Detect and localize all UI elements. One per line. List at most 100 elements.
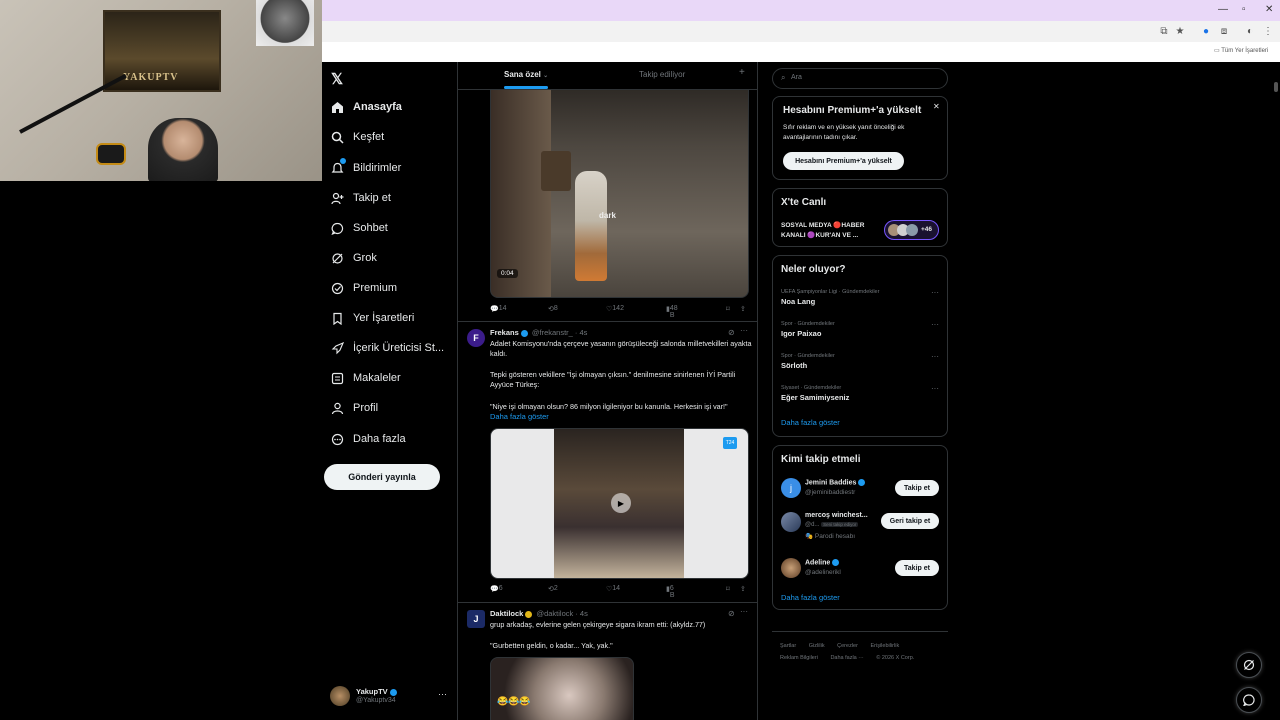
like-button[interactable]: ♡ 14 (606, 585, 620, 593)
maximize-icon[interactable]: ▫ (1242, 4, 1246, 15)
avatar[interactable]: F (467, 329, 485, 347)
follow-button[interactable]: Takip et (895, 560, 939, 576)
more-dots-icon[interactable]: ··· (931, 352, 939, 361)
footer-link[interactable]: Reklam Bilgileri (780, 655, 818, 661)
sidebar-item-explore[interactable]: Keşfet (330, 126, 384, 148)
premium-icon (330, 281, 344, 295)
repost-button[interactable]: ⟲ 8 (548, 305, 558, 313)
bookmarks-bar: ▭ Tüm Yer İşaretleri (322, 42, 1280, 62)
tweet-video[interactable]: ▶ T24 (490, 428, 749, 579)
sidebar-item-articles[interactable]: Makaleler (330, 367, 401, 389)
who-to-follow-show-more[interactable]: Daha fazla göster (781, 593, 840, 602)
install-icon[interactable]: ⧉ (1158, 26, 1170, 38)
views-button[interactable]: ▮ 48 B (666, 305, 678, 319)
tab-following[interactable]: Takip ediliyor (639, 70, 685, 79)
video-watermark: dark (599, 211, 616, 220)
play-icon[interactable]: ▶ (611, 493, 631, 513)
more-dots-icon[interactable]: ··· (740, 607, 748, 616)
page-scrollbar[interactable] (1272, 62, 1280, 720)
sidebar-item-premium[interactable]: Premium (330, 277, 397, 299)
bookmark-icon[interactable]: ⌑ (726, 585, 730, 593)
sidebar-item-home[interactable]: Anasayfa (330, 96, 402, 118)
post-button[interactable]: Gönderi yayınla (324, 464, 440, 490)
trend-item[interactable]: Spor · Gündemdekiler Igor Paixao (781, 321, 941, 338)
avatar[interactable] (781, 558, 801, 578)
footer-link[interactable]: Erişilebilirlik (870, 643, 899, 649)
tweet-video[interactable]: dark 0:04 (490, 80, 749, 298)
close-window-icon[interactable]: ✕ (1265, 4, 1273, 15)
account-switcher[interactable]: YakupTV @Yakuptv34 ··· (328, 685, 452, 709)
grok-icon[interactable]: ⊘ (728, 328, 735, 337)
sidebar-item-profile[interactable]: Profil (330, 397, 378, 419)
poster-text: YAKUPTV (123, 72, 179, 83)
footer-link[interactable]: Çerezler (837, 643, 858, 649)
author-name[interactable]: Daktilock (490, 609, 523, 618)
chevron-down-icon: ⌄ (543, 73, 549, 79)
avatar[interactable]: j (781, 478, 801, 498)
author-name[interactable]: Frekans (490, 328, 519, 337)
chat-icon[interactable] (1236, 687, 1262, 713)
x-logo-icon[interactable]: 𝕏 (331, 70, 343, 88)
more-dots-icon[interactable]: ··· (438, 689, 447, 699)
sidebar-item-more[interactable]: Daha fazla (330, 428, 406, 450)
grok-icon[interactable] (1236, 652, 1262, 678)
trend-item[interactable]: Spor · Gündemdekiler Sörloth (781, 353, 941, 370)
puzzle-icon[interactable]: ⧈ (1218, 26, 1230, 38)
sidebar-item-follow[interactable]: Takip et (330, 187, 391, 209)
bookmark-icon[interactable]: ⌑ (726, 305, 730, 313)
reply-button[interactable]: 💬 6 (490, 585, 503, 593)
minimize-icon[interactable]: — (1218, 4, 1228, 15)
search-input[interactable]: ⌕ Ara (772, 68, 948, 89)
menu-icon[interactable]: ⋮ (1262, 26, 1274, 38)
like-button[interactable]: ♡ 142 (606, 305, 624, 313)
user-name[interactable]: Adeline (805, 559, 841, 566)
follow-back-button[interactable]: Geri takip et (881, 513, 939, 529)
more-dots-icon[interactable]: ··· (740, 326, 748, 335)
plus-icon[interactable]: + (739, 67, 745, 78)
all-bookmarks[interactable]: ▭ Tüm Yer İşaretleri (1214, 47, 1268, 54)
footer-link[interactable]: Daha fazla ··· (830, 655, 863, 661)
sidebar-item-chat[interactable]: Sohbet (330, 217, 388, 239)
footer-link[interactable]: Gizlilik (809, 643, 825, 649)
tweet2-text-2: Tepki gösteren vekillere "İşi olmayan çı… (490, 370, 736, 389)
close-icon[interactable]: ✕ (933, 102, 940, 111)
extension-icon[interactable]: ● (1200, 26, 1212, 38)
views-button[interactable]: ▮ 6 B (666, 585, 675, 599)
profile-avatar-icon[interactable]: ◐ (1244, 26, 1256, 38)
divider (458, 321, 757, 322)
repost-button[interactable]: ⟲ 2 (548, 585, 558, 593)
avatar[interactable]: J (467, 610, 485, 628)
footer-link[interactable]: Şartlar (780, 643, 796, 649)
share-icon[interactable]: ⇪ (740, 305, 746, 313)
more-dots-icon[interactable]: ··· (931, 288, 939, 297)
share-icon[interactable]: ⇪ (740, 585, 746, 593)
follow-button[interactable]: Takip et (895, 480, 939, 496)
user-name[interactable]: mercoş winchest... (805, 512, 868, 519)
parody-icon: 🎭 (805, 533, 814, 540)
mic-arm (19, 73, 127, 134)
more-dots-icon[interactable]: ··· (931, 384, 939, 393)
trends-show-more[interactable]: Daha fazla göster (781, 418, 840, 427)
follow-icon (330, 191, 344, 205)
user-name[interactable]: Jemini Baddies (805, 479, 867, 486)
live-listeners[interactable]: +46 (884, 220, 939, 240)
scrollbar-thumb[interactable] (1274, 82, 1278, 92)
sidebar-item-notifications[interactable]: Bildirimler (330, 157, 401, 179)
trend-item[interactable]: UEFA Şampiyonlar Ligi · Gündemdekiler No… (781, 289, 941, 306)
premium-upgrade-button[interactable]: Hesabını Premium+'a yükselt (783, 152, 904, 170)
url-field[interactable] (322, 23, 1167, 40)
sidebar-item-creator-studio[interactable]: İçerik Üreticisi St... (330, 337, 444, 359)
tab-for-you[interactable]: Sana özel ⌄ (504, 70, 548, 79)
tweet-video[interactable]: 😂😂😂 (490, 657, 634, 720)
star-icon[interactable]: ★ (1174, 26, 1186, 38)
live-space[interactable]: SOSYAL MEDYA 🔴HABER KANALI 🟣KUR'AN VE ..… (781, 221, 864, 241)
reply-button[interactable]: 💬 14 (490, 305, 507, 313)
sidebar-item-bookmarks[interactable]: Yer İşaretleri (330, 307, 414, 329)
sidebar-item-grok[interactable]: Grok (330, 247, 377, 269)
more-dots-icon[interactable]: ··· (931, 320, 939, 329)
follows-you-badge: Seni takip ediyor (821, 522, 859, 527)
trend-item[interactable]: Siyaset · Gündemdekiler Eğer Samimiyseni… (781, 385, 941, 402)
show-more-link[interactable]: Daha fazla göster (490, 412, 752, 422)
avatar[interactable] (781, 512, 801, 532)
grok-icon[interactable]: ⊘ (728, 609, 735, 618)
